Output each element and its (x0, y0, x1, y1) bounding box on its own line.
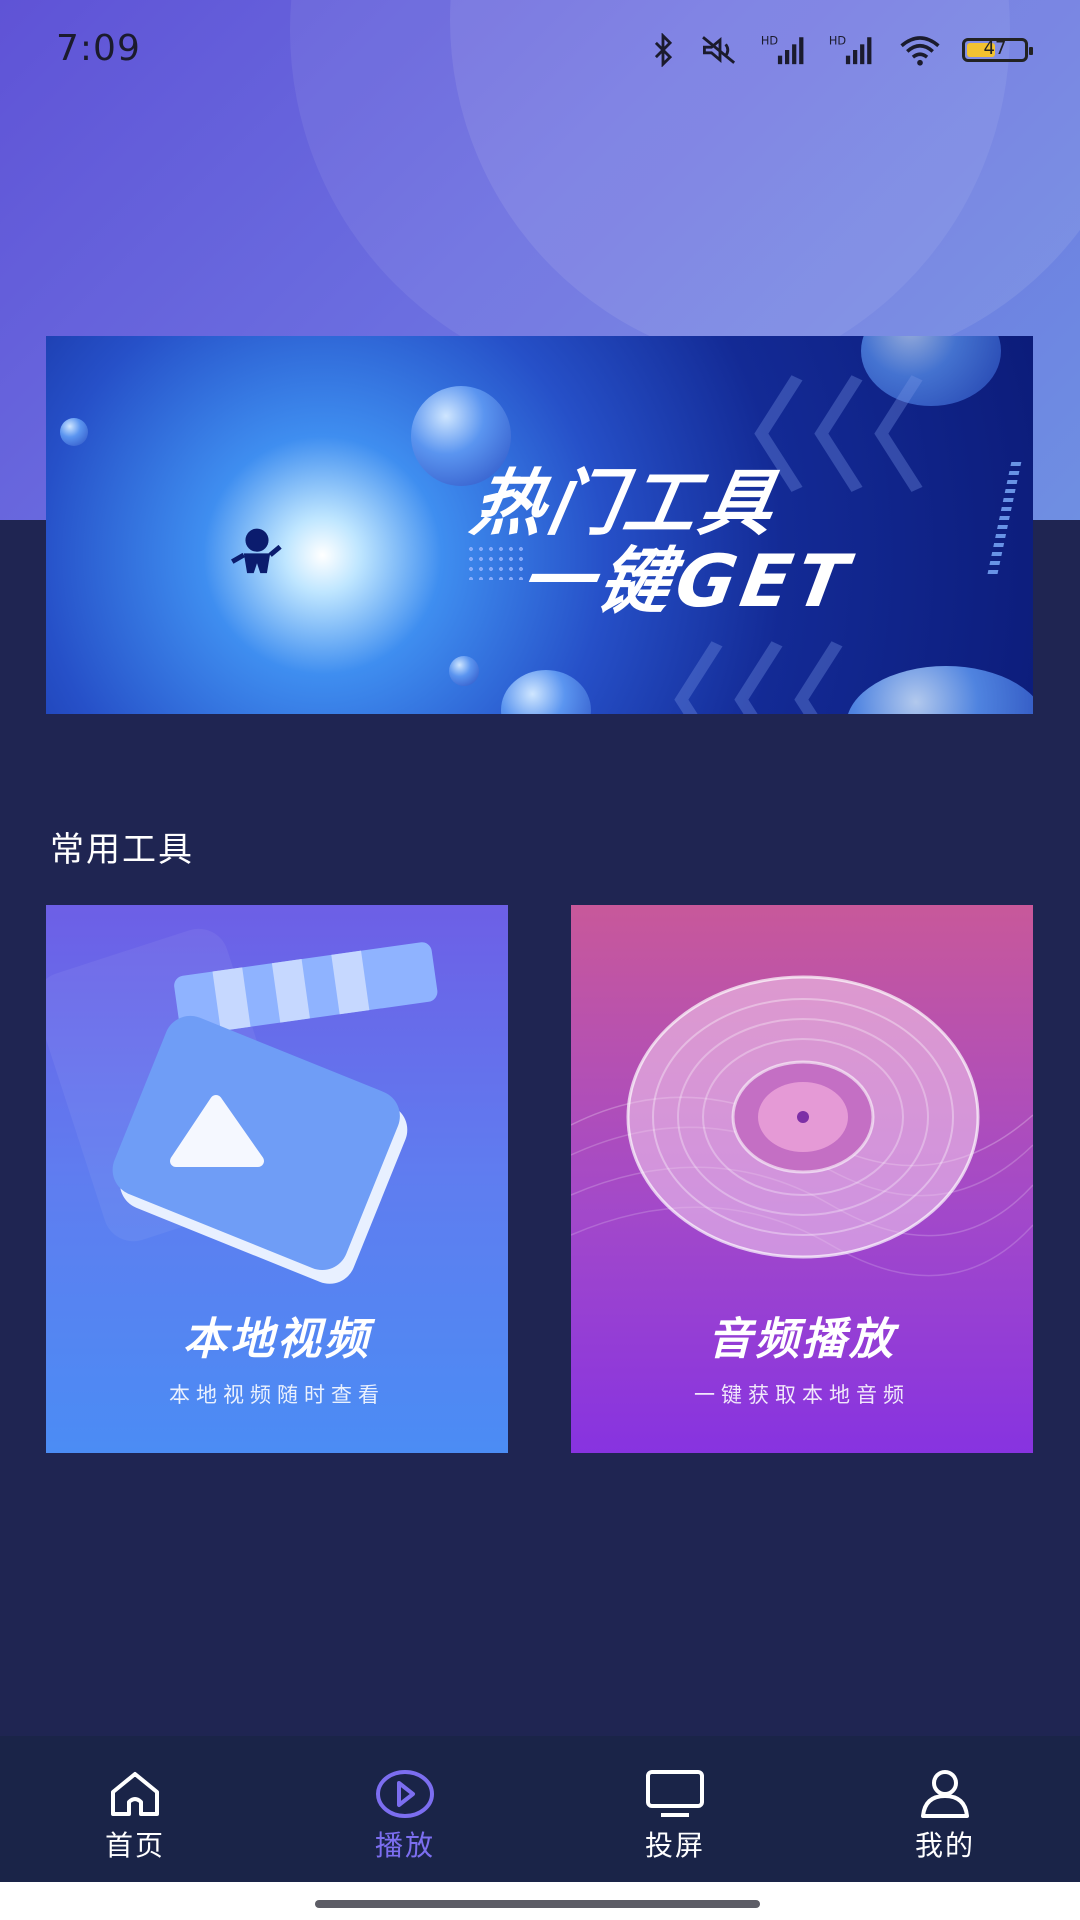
mute-icon (702, 36, 736, 64)
nav-item-play[interactable]: 播放 (270, 1736, 540, 1882)
astronaut-icon (231, 528, 282, 574)
decorative-stripe (986, 462, 1022, 578)
tool-card-subtitle: 本地视频随时查看 (169, 1383, 385, 1407)
play-icon (376, 1770, 434, 1818)
nav-item-cast[interactable]: 投屏 (540, 1736, 810, 1882)
decorative-sphere (60, 418, 88, 446)
video-player-icon (46, 928, 438, 1284)
signal-hd-icon: HD (829, 33, 872, 65)
decorative-sphere (501, 670, 591, 714)
battery-icon: 47 (962, 38, 1033, 62)
tool-card-title: 本地视频 (183, 1314, 371, 1365)
status-time: 7:09 (56, 28, 141, 69)
decorative-sphere (449, 656, 479, 686)
home-icon (111, 1772, 159, 1816)
nav-label: 首页 (104, 1829, 165, 1862)
bottom-nav: 首页 播放 投屏 我的 (0, 1736, 1080, 1882)
section-title: 常用工具 (50, 830, 194, 870)
banner-subtitle: 一键GET (513, 539, 860, 623)
svg-text:HD: HD (829, 33, 847, 47)
wifi-icon (900, 36, 940, 66)
promo-banner[interactable]: 〈〈〈 〈〈〈 热门工具 一键GET (46, 336, 1033, 714)
signal-hd-icon: HD (761, 33, 804, 65)
bluetooth-icon (654, 33, 673, 67)
status-icons: HD HD 47 (646, 33, 1033, 67)
nav-label: 投屏 (644, 1829, 705, 1862)
nav-label: 我的 (914, 1829, 975, 1862)
user-icon (921, 1770, 969, 1818)
nav-item-home[interactable]: 首页 (0, 1736, 270, 1882)
screen-cast-icon (646, 1770, 704, 1817)
decorative-sphere (846, 666, 1033, 714)
nav-label: 播放 (374, 1829, 435, 1862)
status-bar: 7:09 HD HD 47 (0, 0, 1080, 100)
tool-card-subtitle: 一键获取本地音频 (694, 1383, 910, 1407)
tool-card-local-video[interactable]: 本地视频 本地视频随时查看 (46, 905, 508, 1453)
nav-item-mine[interactable]: 我的 (810, 1736, 1080, 1882)
battery-level: 47 (983, 38, 1007, 59)
tool-card-audio-play[interactable]: 音频播放 一键获取本地音频 (571, 905, 1033, 1453)
svg-text:HD: HD (761, 33, 779, 47)
decorative-dots (466, 544, 526, 580)
gesture-bar[interactable] (315, 1900, 760, 1908)
tool-card-title: 音频播放 (708, 1314, 896, 1365)
vinyl-record-icon (571, 975, 1033, 1277)
